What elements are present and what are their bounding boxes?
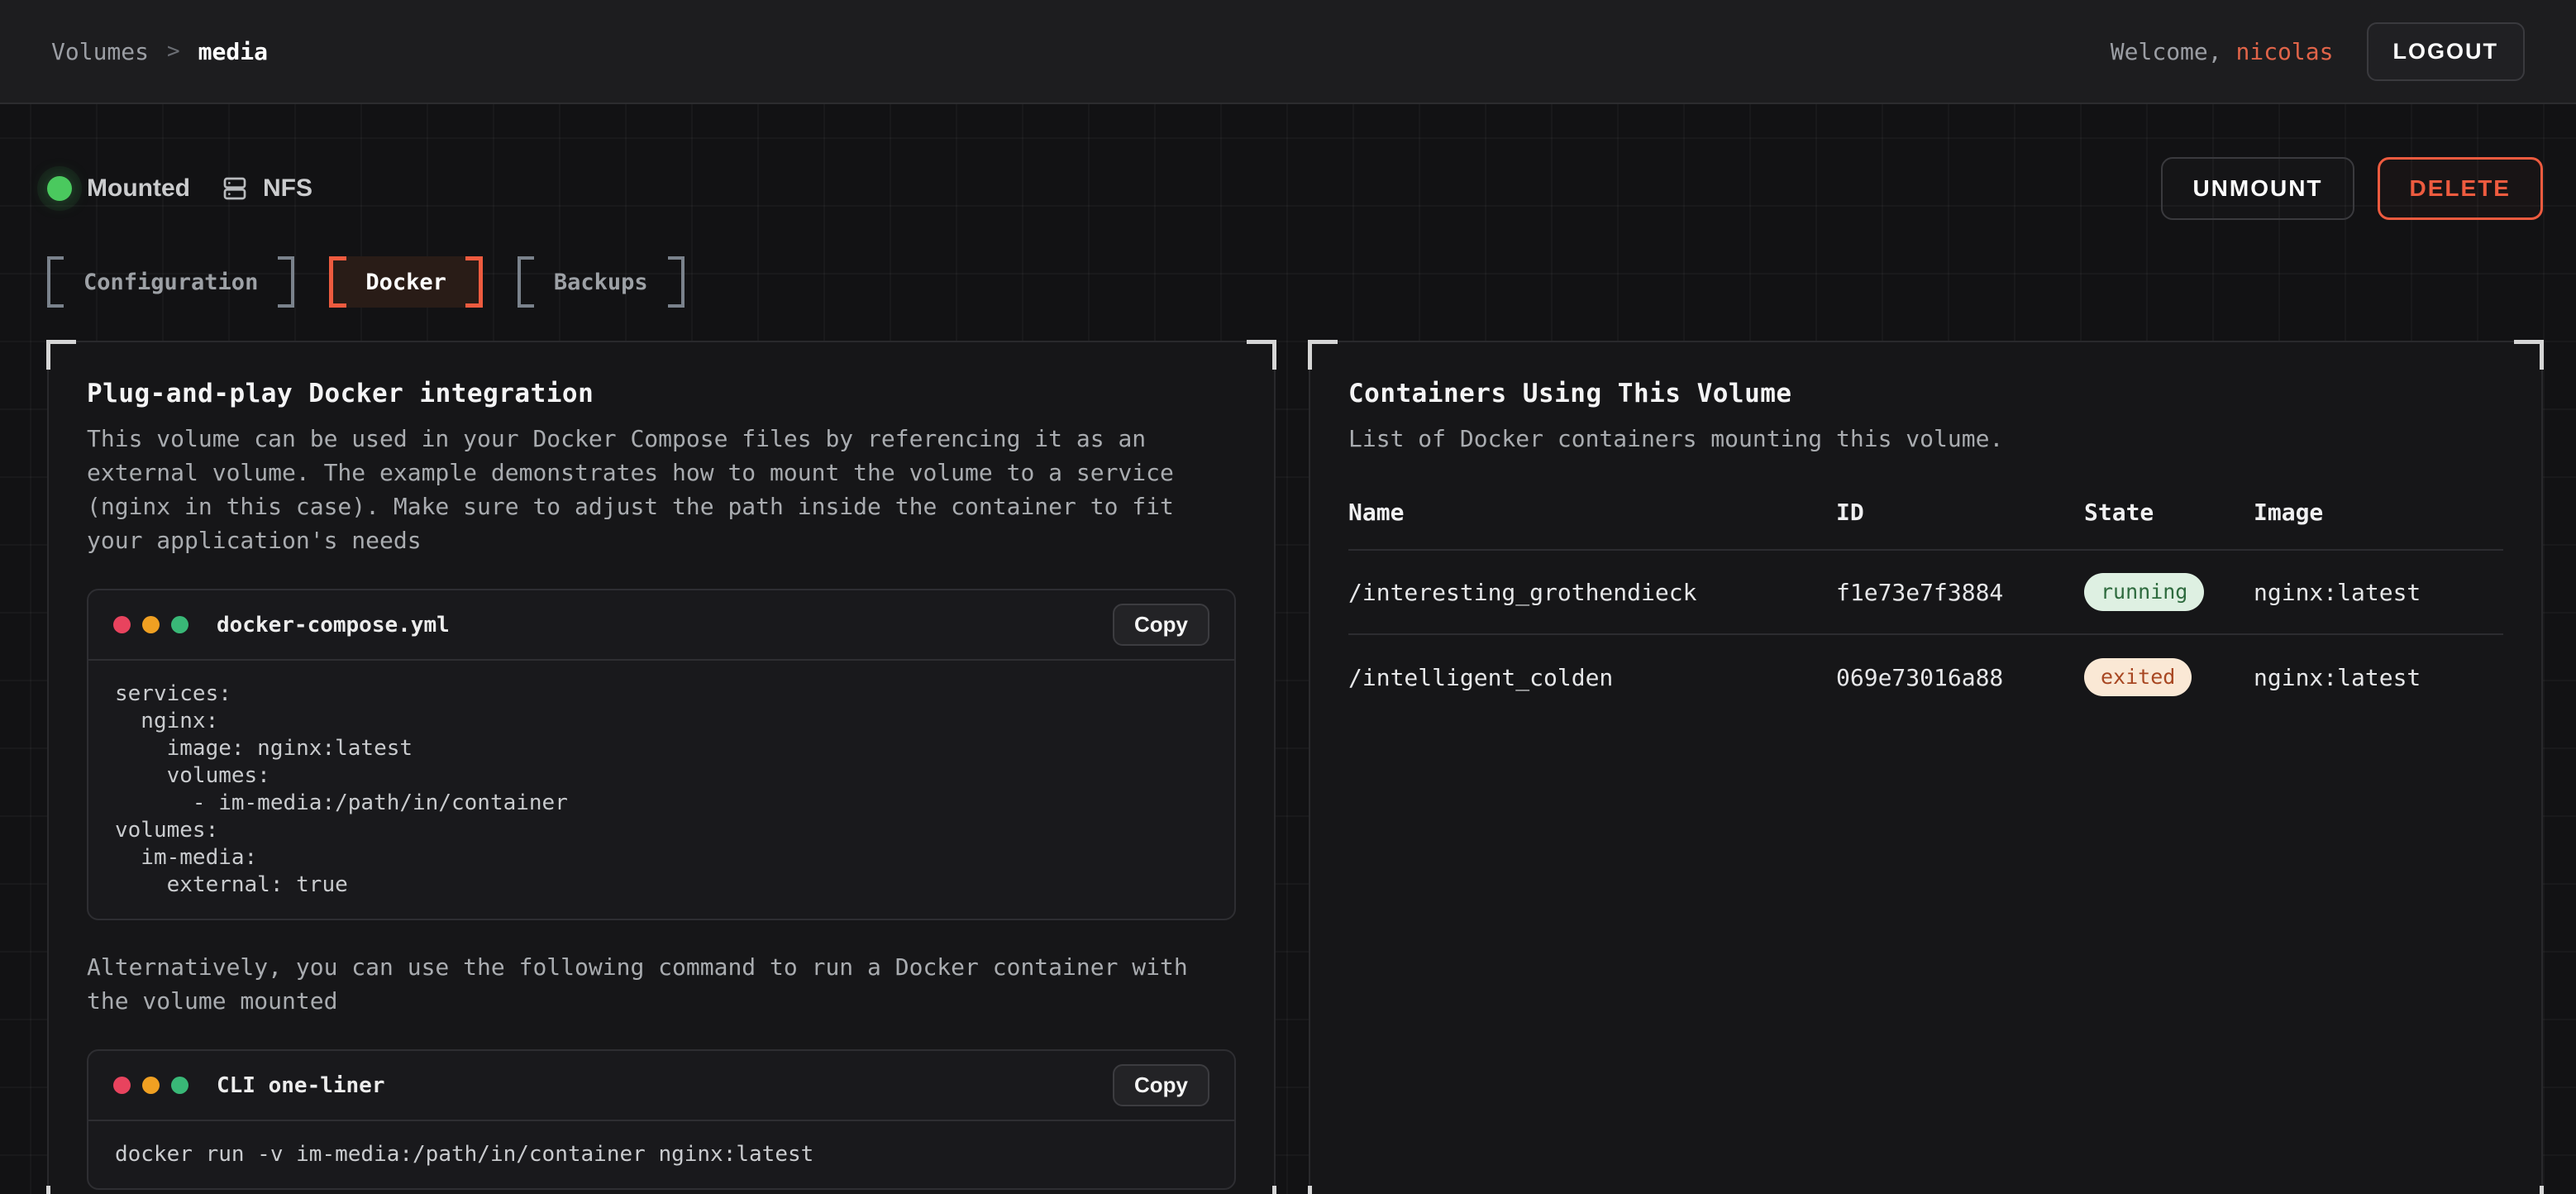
status-badge: running xyxy=(2084,573,2204,611)
volume-status-indicators: Mounted NFS xyxy=(47,174,312,203)
container-state: exited xyxy=(2084,658,2254,696)
column-header-name: Name xyxy=(1348,499,1836,526)
corner-bracket-icon xyxy=(46,1186,76,1194)
mounted-status: Mounted xyxy=(47,174,190,203)
container-id: 069e73016a88 xyxy=(1836,664,2084,691)
traffic-light-green-icon xyxy=(171,1077,188,1094)
compose-filename: docker-compose.yml xyxy=(217,613,450,638)
traffic-light-red-icon xyxy=(113,1077,131,1094)
container-state: running xyxy=(2084,573,2254,611)
compose-code-content: services: nginx: image: nginx:latest vol… xyxy=(88,661,1234,919)
corner-bracket-icon xyxy=(46,340,76,370)
traffic-light-red-icon xyxy=(113,616,131,633)
window-dots xyxy=(113,616,188,633)
breadcrumb-current-volume: media xyxy=(198,38,268,65)
container-image: nginx:latest xyxy=(2254,579,2503,606)
container-name: /intelligent_colden xyxy=(1348,664,1836,691)
nfs-type: NFS xyxy=(222,174,312,203)
tab-docker[interactable]: Docker xyxy=(329,256,483,308)
copy-cli-button[interactable]: Copy xyxy=(1113,1064,1209,1106)
compose-code-header: docker-compose.yml Copy xyxy=(88,590,1234,661)
table-header-row: Name ID State Image xyxy=(1348,499,2503,551)
tab-bar: Configuration Docker Backups xyxy=(47,256,2543,308)
main-content: Mounted NFS UNMOUNT DELETE Configuration… xyxy=(0,104,2576,1194)
column-header-id: ID xyxy=(1836,499,2084,526)
cli-code-content: docker run -v im-media:/path/in/containe… xyxy=(88,1121,1234,1188)
corner-bracket-icon xyxy=(2514,340,2544,370)
corner-bracket-icon xyxy=(1308,340,1338,370)
corner-bracket-icon xyxy=(1247,1186,1276,1194)
top-header: Volumes > media Welcome, nicolas LOGOUT xyxy=(0,0,2576,104)
container-id: f1e73e7f3884 xyxy=(1836,579,2084,606)
delete-button[interactable]: DELETE xyxy=(2378,157,2543,220)
containers-panel: Containers Using This Volume List of Doc… xyxy=(1309,341,2543,1194)
table-row: /intelligent_colden 069e73016a88 exited … xyxy=(1348,635,2503,719)
unmount-button[interactable]: UNMOUNT xyxy=(2161,157,2354,220)
breadcrumb: Volumes > media xyxy=(51,38,268,65)
header-right: Welcome, nicolas LOGOUT xyxy=(2111,22,2525,81)
traffic-light-green-icon xyxy=(171,616,188,633)
window-dots xyxy=(113,1077,188,1094)
column-header-state: State xyxy=(2084,499,2254,526)
welcome-text: Welcome, nicolas xyxy=(2111,38,2334,65)
logout-button[interactable]: LOGOUT xyxy=(2367,22,2526,81)
containers-table: Name ID State Image /interesting_grothen… xyxy=(1348,499,2503,719)
traffic-light-yellow-icon xyxy=(142,616,160,633)
corner-bracket-icon xyxy=(2514,1186,2544,1194)
traffic-light-yellow-icon xyxy=(142,1077,160,1094)
volume-actions: UNMOUNT DELETE xyxy=(2161,157,2543,220)
table-row: /interesting_grothendieck f1e73e7f3884 r… xyxy=(1348,551,2503,635)
tab-configuration[interactable]: Configuration xyxy=(47,256,294,308)
status-row: Mounted NFS UNMOUNT DELETE xyxy=(47,157,2543,220)
container-image: nginx:latest xyxy=(2254,664,2503,691)
tab-backups[interactable]: Backups xyxy=(518,256,685,308)
welcome-prefix: Welcome, xyxy=(2111,38,2236,65)
copy-compose-button[interactable]: Copy xyxy=(1113,604,1209,646)
cli-code-header: CLI one-liner Copy xyxy=(88,1051,1234,1121)
compose-code-block: docker-compose.yml Copy services: nginx:… xyxy=(87,589,1236,920)
cli-code-block: CLI one-liner Copy docker run -v im-medi… xyxy=(87,1049,1236,1190)
column-header-image: Image xyxy=(2254,499,2503,526)
corner-bracket-icon xyxy=(1247,340,1276,370)
mounted-status-label: Mounted xyxy=(87,174,190,203)
breadcrumb-volumes-link[interactable]: Volumes xyxy=(51,38,149,65)
cli-title: CLI one-liner xyxy=(217,1073,385,1098)
docker-integration-panel: Plug-and-play Docker integration This vo… xyxy=(47,341,1276,1194)
containers-panel-title: Containers Using This Volume xyxy=(1348,379,2503,408)
container-name: /interesting_grothendieck xyxy=(1348,579,1836,606)
username: nicolas xyxy=(2235,38,2333,65)
mounted-status-dot-icon xyxy=(47,176,72,201)
status-badge: exited xyxy=(2084,658,2192,696)
docker-panel-description: This volume can be used in your Docker C… xyxy=(87,422,1236,557)
cli-intro-text: Alternatively, you can use the following… xyxy=(87,950,1236,1018)
docker-panel-title: Plug-and-play Docker integration xyxy=(87,379,1236,408)
server-icon xyxy=(222,175,248,202)
containers-panel-subtitle: List of Docker containers mounting this … xyxy=(1348,422,2503,456)
panels-row: Plug-and-play Docker integration This vo… xyxy=(47,341,2543,1194)
breadcrumb-separator-icon: > xyxy=(167,39,180,64)
corner-bracket-icon xyxy=(1308,1186,1338,1194)
nfs-label: NFS xyxy=(263,174,312,203)
